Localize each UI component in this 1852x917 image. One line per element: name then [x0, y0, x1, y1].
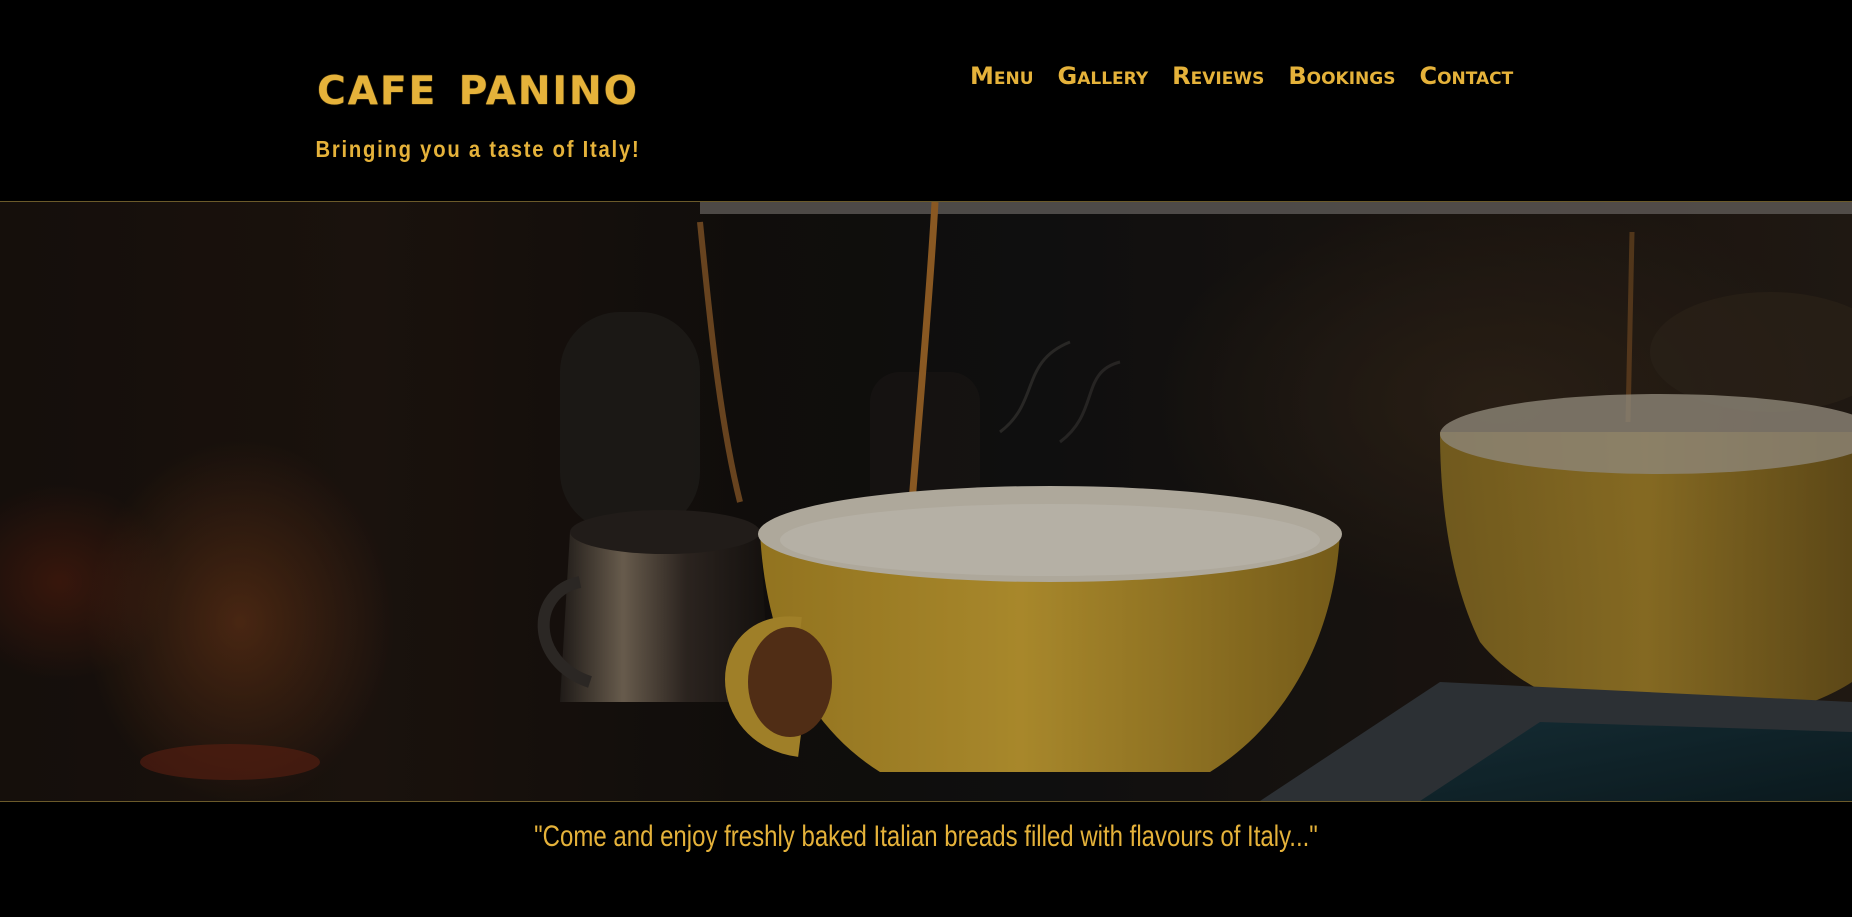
hero-quote: "Come and enjoy freshly baked Italian br… [534, 820, 1318, 853]
hero-image [0, 201, 1852, 802]
nav-link-menu[interactable]: Menu [970, 60, 1034, 92]
logo[interactable]: Cafe Panino Bringing you a taste of Ital… [268, 52, 688, 163]
nav-link-contact[interactable]: Contact [1419, 60, 1513, 92]
site-header: Cafe Panino Bringing you a taste of Ital… [0, 0, 1852, 201]
nav-link-gallery[interactable]: Gallery [1058, 60, 1149, 92]
page: Cafe Panino Bringing you a taste of Ital… [0, 0, 1852, 917]
nav-link-bookings[interactable]: Bookings [1288, 60, 1395, 92]
main-nav: Menu Gallery Reviews Bookings Contact [970, 60, 1513, 92]
nav-link-reviews[interactable]: Reviews [1172, 60, 1264, 92]
hero-photo-illustration [0, 202, 1852, 801]
brand-title[interactable]: Cafe Panino [268, 52, 688, 120]
brand-tagline: Bringing you a taste of Italy! [315, 136, 641, 162]
